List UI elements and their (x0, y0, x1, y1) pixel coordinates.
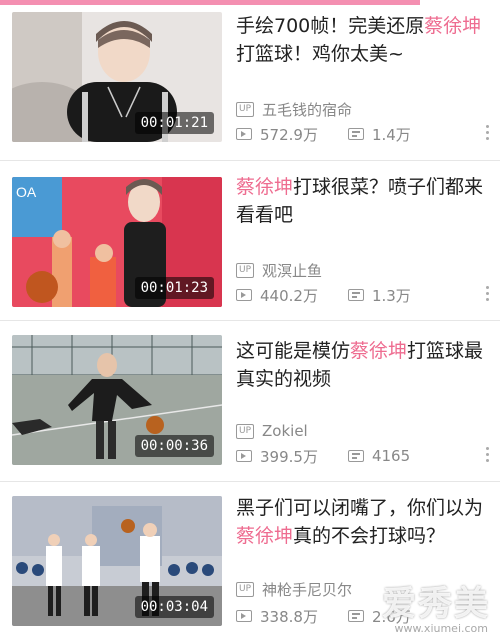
video-card-2[interactable]: OA 00:01:23 蔡徐坤打球很菜？喷子们都来看看吧 UP 观溟止鱼 440… (0, 161, 500, 320)
video-title[interactable]: 蔡徐坤打球很菜？喷子们都来看看吧 (236, 173, 486, 229)
danmaku-count: 4165 (371, 447, 411, 465)
danmaku-icon (347, 610, 364, 622)
video-title[interactable]: 手绘700帧！完美还原蔡徐坤打篮球！鸡你太美~ (236, 12, 486, 68)
danmaku-count: 1.3万 (371, 286, 411, 305)
view-count: 572.9万 (260, 125, 318, 144)
up-badge-icon: UP (236, 581, 255, 597)
danmaku-icon (347, 128, 364, 140)
video-stats: 440.2万 1.3万 (236, 285, 411, 305)
play-icon (236, 450, 252, 462)
video-thumbnail[interactable]: 00:03:04 (12, 496, 222, 626)
watermark-url: www.xiumei.com (394, 622, 488, 635)
video-duration: 00:03:04 (134, 596, 214, 618)
view-count: 338.8万 (260, 607, 318, 626)
play-icon (236, 610, 252, 622)
video-thumbnail[interactable]: OA 00:01:23 (12, 177, 222, 307)
video-stats: 399.5万 4165 (236, 446, 410, 466)
view-count: 440.2万 (260, 286, 318, 305)
video-title[interactable]: 这可能是模仿蔡徐坤打篮球最真实的视频 (236, 337, 486, 393)
up-badge-icon: UP (236, 262, 255, 278)
danmaku-icon (347, 450, 364, 462)
video-card-1[interactable]: 00:01:21 手绘700帧！完美还原蔡徐坤打篮球！鸡你太美~ UP 五毛钱的… (0, 0, 500, 160)
video-author[interactable]: UP 神枪手尼贝尔 (236, 580, 352, 599)
more-icon[interactable] (486, 125, 490, 143)
video-stats: 572.9万 1.4万 (236, 124, 411, 144)
watermark-logo: 爱秀美 (382, 584, 490, 624)
video-duration: 00:01:23 (134, 277, 214, 299)
video-author[interactable]: UP 五毛钱的宿命 (236, 100, 352, 119)
video-card-3[interactable]: 00:00:36 这可能是模仿蔡徐坤打篮球最真实的视频 UP Zokiel 39… (0, 321, 500, 481)
video-author[interactable]: UP 观溟止鱼 (236, 261, 322, 280)
view-count: 399.5万 (260, 447, 318, 466)
play-icon (236, 128, 252, 140)
video-thumbnail[interactable]: 00:01:21 (12, 12, 222, 142)
video-duration: 00:00:36 (134, 435, 214, 457)
video-title[interactable]: 黑子们可以闭嘴了，你们以为蔡徐坤真的不会打球吗？ (236, 494, 486, 550)
danmaku-count: 1.4万 (371, 125, 411, 144)
svg-text:OA: OA (16, 184, 37, 200)
more-icon[interactable] (486, 286, 490, 304)
video-duration: 00:01:21 (134, 112, 214, 134)
play-icon (236, 289, 252, 301)
danmaku-icon (347, 289, 364, 301)
more-icon[interactable] (486, 447, 490, 465)
up-badge-icon: UP (236, 423, 255, 439)
up-badge-icon: UP (236, 101, 255, 117)
video-author[interactable]: UP Zokiel (236, 422, 308, 440)
video-thumbnail[interactable]: 00:00:36 (12, 335, 222, 465)
